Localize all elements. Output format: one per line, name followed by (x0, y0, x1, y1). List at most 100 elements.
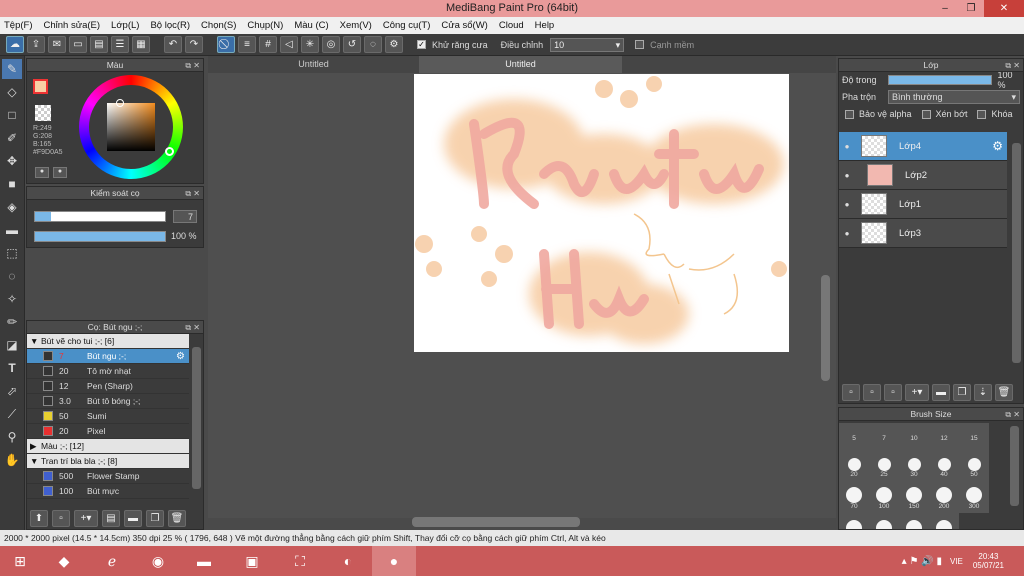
brush-opacity-slider[interactable] (34, 231, 166, 242)
operation-tool-icon[interactable]: ⬀ (2, 381, 22, 401)
app-icon[interactable]: ◐ (324, 546, 372, 576)
menu-color[interactable]: Màu (C) (294, 20, 328, 31)
brush-size-value[interactable]: 7 (173, 210, 197, 223)
layer-opacity-slider[interactable] (887, 75, 992, 85)
ie-icon[interactable]: ℯ (88, 546, 136, 576)
brush-group-row[interactable]: ▼ Bút vẽ cho tui ;-; [6] (27, 334, 189, 349)
panel-close-icon[interactable]: ⧉ ✕ (1005, 59, 1020, 72)
chrome-icon[interactable]: ◉ (136, 546, 180, 576)
visibility-eye-icon[interactable]: ● (839, 171, 855, 180)
rect-select-tool-icon[interactable]: □ (2, 105, 22, 125)
file-explorer-icon[interactable]: ▬ (180, 546, 228, 576)
brush-size-cell[interactable]: 5 (839, 423, 869, 453)
group-expander-icon[interactable]: ▼ (27, 336, 41, 346)
eraser-tool-icon[interactable]: ◇ (2, 82, 22, 102)
menu-tools[interactable]: Công cụ(T) (383, 20, 431, 31)
snap-parallel-icon[interactable]: ≡ (238, 36, 256, 53)
store-icon[interactable]: ⛶ (276, 546, 324, 576)
canvas-horizontal-scrollbar[interactable] (412, 517, 580, 527)
brush-size-cell[interactable]: 12 (929, 423, 959, 453)
lasso-tool-icon[interactable]: ◌ (2, 266, 22, 286)
brush-size-cell[interactable] (899, 513, 929, 529)
delete-brush-icon[interactable]: 🗑 (168, 509, 186, 527)
brush-folder-icon[interactable]: ▬ (124, 509, 142, 527)
panel-close-icon[interactable]: ⧉ ✕ (185, 187, 200, 200)
new-halftone-layer-icon[interactable]: ▫ (863, 383, 881, 401)
menu-layer[interactable]: Lớp(L) (111, 20, 139, 31)
new-brush-icon[interactable]: ▫ (52, 509, 70, 527)
delete-layer-icon[interactable]: 🗑 (995, 383, 1013, 401)
minimize-button[interactable]: – (932, 0, 958, 17)
comment-icon[interactable]: ✉ (48, 36, 66, 53)
grid-icon[interactable]: ▦ (132, 36, 150, 53)
layer-row[interactable]: ● Lớp2 (839, 161, 1007, 190)
brush-group-row[interactable]: ▼ Tran trí bla bla ;-; [8] (27, 454, 189, 469)
brush-item-row[interactable]: 20 Pixel (27, 424, 189, 439)
layer-folder-icon[interactable]: ▬ (932, 383, 950, 401)
brush-size-cell[interactable]: 50 (959, 453, 989, 483)
snap-curve-icon[interactable]: ↺ (343, 36, 361, 53)
menu-view[interactable]: Xem(V) (340, 20, 372, 31)
magic-wand-tool-icon[interactable]: ✧ (2, 289, 22, 309)
menu-edit[interactable]: Chỉnh sửa(E) (44, 20, 101, 31)
dot-tool-icon[interactable]: ✐ (2, 128, 22, 148)
brush-size-cell[interactable]: 15 (959, 423, 989, 453)
brush-group-row[interactable]: ▶ Màu ;-; [12] (27, 439, 189, 454)
snap-grid-icon[interactable]: # (259, 36, 277, 53)
antialias-checkbox[interactable]: ✓ (417, 40, 426, 49)
saturation-square[interactable] (107, 103, 155, 151)
share-icon[interactable]: ⇪ (27, 36, 45, 53)
brush-item-row[interactable]: 20 Tô mờ nhạt (27, 364, 189, 379)
snap-ellipse-icon[interactable]: ◌ (364, 36, 382, 53)
brush-size-cell[interactable]: 300 (959, 483, 989, 513)
brush-size-cell[interactable]: 20 (839, 453, 869, 483)
select-eraser-tool-icon[interactable]: ◪ (2, 335, 22, 355)
divide-tool-icon[interactable]: ⟋ (2, 404, 22, 424)
start-icon[interactable]: ⊞ (0, 546, 40, 576)
hand-tool-icon[interactable]: ✋ (2, 450, 22, 470)
visibility-eye-icon[interactable]: ● (839, 200, 855, 209)
brush-size-cell[interactable]: 100 (869, 483, 899, 513)
powerpoint-icon[interactable]: ▣ (228, 546, 276, 576)
lock-checkbox[interactable] (977, 109, 987, 119)
clip-checkbox[interactable] (921, 109, 931, 119)
snap-settings-icon[interactable]: ⚙ (385, 36, 403, 53)
duplicate-brush-icon[interactable]: ❐ (146, 509, 164, 527)
brush-item-row[interactable]: 3.0 Bút tô bóng ;-; (27, 394, 189, 409)
snap-circle-icon[interactable]: ◎ (322, 36, 340, 53)
brush-item-row[interactable]: 50 Sumi (27, 409, 189, 424)
menu-filter[interactable]: Bộ lọc(R) (150, 20, 190, 31)
adjust-select[interactable]: 10 ▾ (550, 37, 625, 52)
upload-brush-icon[interactable]: ⬆ (30, 509, 48, 527)
gradient-tool-icon[interactable]: ▬ (2, 220, 22, 240)
bucket-tool-icon[interactable]: ◈ (2, 197, 22, 217)
text-tool-icon[interactable]: T (2, 358, 22, 378)
brush-size-cell[interactable] (929, 513, 959, 529)
brush-size-cell[interactable]: 70 (839, 483, 869, 513)
tab-untitled-1[interactable]: Untitled (212, 56, 415, 73)
duplicate-layer-icon[interactable]: ❐ (953, 383, 971, 401)
brush-size-cell[interactable]: 7 (869, 423, 899, 453)
brush-item-row[interactable]: 500 Flower Stamp (27, 469, 189, 484)
group-expander-icon[interactable]: ▶ (27, 441, 41, 452)
color-history-button[interactable]: ● (53, 167, 67, 178)
chat-icon[interactable]: ▭ (69, 36, 87, 53)
brush-size-cell[interactable]: 10 (899, 423, 929, 453)
menu-help[interactable]: Help (535, 20, 555, 31)
canvas-vertical-scrollbar[interactable] (821, 275, 830, 381)
snap-vanish-icon[interactable]: ◁ (280, 36, 298, 53)
tab-untitled-2[interactable]: Untitled (419, 56, 622, 73)
hue-marker[interactable] (165, 147, 174, 156)
eyedropper-tool-icon[interactable]: ⚲ (2, 427, 22, 447)
brush-tool-icon[interactable]: ✎ (2, 59, 22, 79)
brush-size-slider[interactable] (34, 211, 166, 222)
brush-size-scrollbar[interactable] (1010, 426, 1019, 506)
input-language[interactable]: VIE (950, 557, 963, 566)
soft-edge-checkbox[interactable] (635, 40, 645, 49)
bluestacks-icon[interactable]: ◆ (40, 546, 88, 576)
list-icon[interactable]: ☰ (111, 36, 129, 53)
panel-close-icon[interactable]: ⧉ ✕ (185, 321, 200, 334)
menu-snap[interactable]: Chụp(N) (247, 20, 283, 31)
panel-close-icon[interactable]: ⧉ ✕ (185, 59, 200, 72)
add-brush-icon[interactable]: +▾ (74, 509, 98, 527)
